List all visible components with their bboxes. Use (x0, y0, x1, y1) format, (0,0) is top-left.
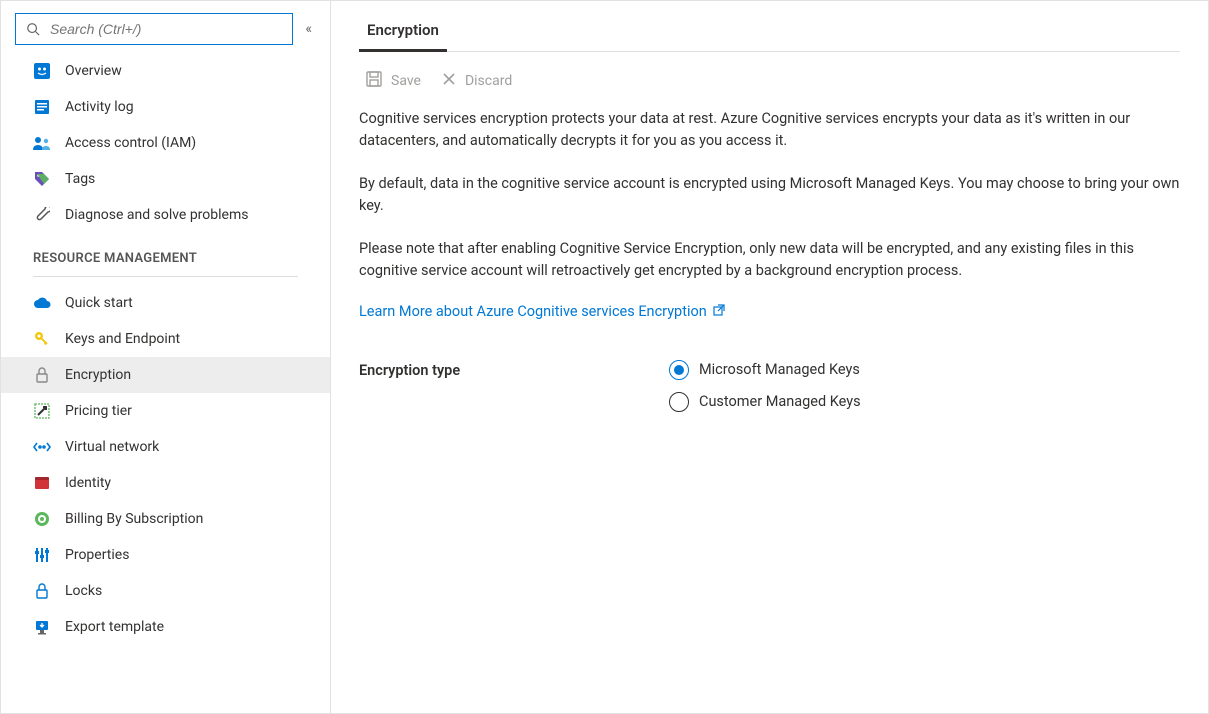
save-label: Save (391, 73, 421, 89)
sidebar-item-label: Encryption (65, 367, 131, 383)
sidebar-item-label: Overview (65, 63, 122, 79)
properties-icon (33, 546, 51, 564)
sidebar-item-label: Identity (65, 475, 111, 491)
network-icon (33, 438, 51, 456)
discard-label: Discard (465, 73, 512, 89)
people-icon (33, 134, 51, 152)
sidebar-item-properties[interactable]: Properties (1, 537, 330, 573)
tag-icon (33, 170, 51, 188)
encryption-type-radio-group: Microsoft Managed Keys Customer Managed … (669, 360, 861, 412)
search-input[interactable] (50, 21, 284, 37)
sidebar: « Overview Activity log Access control (… (1, 1, 331, 713)
encryption-type-row: Encryption type Microsoft Managed Keys C… (359, 360, 1180, 412)
radio-circle-icon (669, 360, 689, 380)
sidebar-item-label: Virtual network (65, 439, 159, 455)
wrench-icon (33, 206, 51, 224)
sidebar-item-label: Locks (65, 583, 102, 599)
pricing-icon (33, 402, 51, 420)
sidebar-item-virtual-network[interactable]: Virtual network (1, 429, 330, 465)
discard-button[interactable]: Discard (441, 70, 512, 92)
key-icon (33, 330, 51, 348)
lock-icon (33, 366, 51, 384)
sidebar-item-label: Tags (65, 171, 95, 187)
description-paragraph-1: Cognitive services encryption protects y… (359, 108, 1180, 153)
section-divider (33, 276, 298, 277)
external-link-icon (713, 303, 725, 320)
learn-more-text: Learn More about Azure Cognitive service… (359, 303, 707, 320)
sidebar-item-billing[interactable]: Billing By Subscription (1, 501, 330, 537)
radio-customer-managed-keys[interactable]: Customer Managed Keys (669, 392, 861, 412)
radio-microsoft-managed-keys[interactable]: Microsoft Managed Keys (669, 360, 861, 380)
radio-circle-icon (669, 392, 689, 412)
sidebar-item-identity[interactable]: Identity (1, 465, 330, 501)
tab-row: Encryption (359, 11, 1180, 52)
sidebar-item-activity-log[interactable]: Activity log (1, 89, 330, 125)
sidebar-nav[interactable]: Overview Activity log Access control (IA… (1, 53, 330, 713)
billing-icon (33, 510, 51, 528)
export-icon (33, 618, 51, 636)
sidebar-item-keys-endpoint[interactable]: Keys and Endpoint (1, 321, 330, 357)
sidebar-item-label: Billing By Subscription (65, 511, 203, 527)
sidebar-item-label: Export template (65, 619, 164, 635)
lock-outline-icon (33, 582, 51, 600)
sidebar-item-label: Activity log (65, 99, 134, 115)
discard-icon (441, 71, 457, 91)
radio-label: Microsoft Managed Keys (699, 361, 860, 378)
sidebar-item-encryption[interactable]: Encryption (1, 357, 330, 393)
save-icon (365, 70, 383, 92)
save-button[interactable]: Save (365, 70, 421, 92)
sidebar-item-label: Diagnose and solve problems (65, 207, 248, 223)
search-icon (24, 20, 42, 38)
learn-more-link[interactable]: Learn More about Azure Cognitive service… (359, 303, 725, 320)
sidebar-item-label: Properties (65, 547, 129, 563)
radio-label: Customer Managed Keys (699, 393, 861, 410)
sidebar-item-tags[interactable]: Tags (1, 161, 330, 197)
sidebar-item-pricing-tier[interactable]: Pricing tier (1, 393, 330, 429)
collapse-sidebar-icon[interactable]: « (301, 17, 316, 41)
sidebar-item-label: Keys and Endpoint (65, 331, 180, 347)
activity-log-icon (33, 98, 51, 116)
sidebar-item-diagnose[interactable]: Diagnose and solve problems (1, 197, 330, 233)
cloud-icon (33, 294, 51, 312)
sidebar-item-label: Access control (IAM) (65, 135, 196, 151)
toolbar: Save Discard (359, 52, 1180, 108)
content-body: Cognitive services encryption protects y… (359, 108, 1180, 412)
sidebar-item-export-template[interactable]: Export template (1, 609, 330, 645)
encryption-type-label: Encryption type (359, 360, 669, 412)
main-content: Encryption Save Discard Cognitive servic… (331, 1, 1208, 713)
description-paragraph-3: Please note that after enabling Cognitiv… (359, 238, 1180, 283)
sidebar-item-label: Pricing tier (65, 403, 132, 419)
sidebar-item-label: Quick start (65, 295, 133, 311)
description-paragraph-2: By default, data in the cognitive servic… (359, 173, 1180, 218)
section-header-resource-management: RESOURCE MANAGEMENT (1, 233, 330, 272)
identity-icon (33, 474, 51, 492)
overview-icon (33, 62, 51, 80)
tab-encryption[interactable]: Encryption (359, 11, 447, 51)
sidebar-item-access-control[interactable]: Access control (IAM) (1, 125, 330, 161)
search-row: « (1, 1, 330, 53)
sidebar-item-overview[interactable]: Overview (1, 53, 330, 89)
sidebar-item-locks[interactable]: Locks (1, 573, 330, 609)
sidebar-item-quick-start[interactable]: Quick start (1, 285, 330, 321)
search-box[interactable] (15, 13, 293, 45)
